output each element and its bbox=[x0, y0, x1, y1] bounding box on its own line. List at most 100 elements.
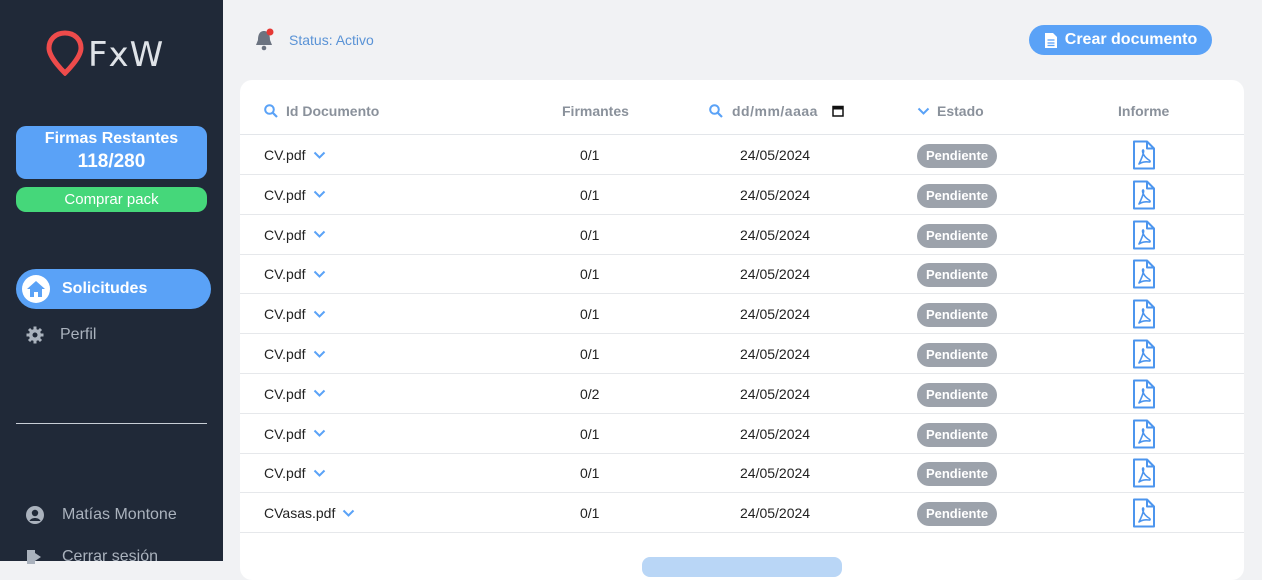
pdf-icon[interactable] bbox=[1132, 379, 1156, 412]
pdf-icon[interactable] bbox=[1132, 259, 1156, 292]
chevron-down-icon bbox=[313, 429, 326, 438]
pdf-icon[interactable] bbox=[1132, 140, 1156, 173]
document-name: CV.pdf bbox=[264, 306, 306, 323]
home-icon bbox=[22, 275, 50, 303]
nav-item-solicitudes[interactable]: Solicitudes bbox=[16, 269, 211, 309]
document-name-toggle[interactable]: CV.pdf bbox=[264, 306, 326, 322]
fecha-value: 24/05/2024 bbox=[740, 186, 811, 203]
document-name-toggle[interactable]: CV.pdf bbox=[264, 187, 326, 203]
crear-documento-button[interactable]: Crear documento bbox=[1029, 25, 1212, 55]
chevron-down-icon bbox=[313, 350, 326, 359]
pdf-icon[interactable] bbox=[1132, 299, 1156, 332]
firmantes-value: 0/1 bbox=[580, 425, 600, 442]
document-name-toggle[interactable]: CV.pdf bbox=[264, 386, 326, 402]
fecha-value: 24/05/2024 bbox=[740, 385, 811, 402]
document-name-toggle[interactable]: CV.pdf bbox=[264, 147, 326, 163]
user-name: Matías Montone bbox=[62, 506, 177, 523]
sidebar: FxW Firmas Restantes 118/280 Comprar pac… bbox=[0, 0, 223, 565]
firmantes-value: 0/1 bbox=[580, 226, 600, 243]
document-name-toggle[interactable]: CV.pdf bbox=[264, 266, 326, 282]
document-name: CV.pdf bbox=[264, 147, 306, 163]
pdf-icon[interactable] bbox=[1132, 419, 1156, 452]
nav-solicitudes-label: Solicitudes bbox=[62, 280, 148, 297]
date-input[interactable]: dd/mm/aaaa bbox=[732, 103, 818, 119]
firmantes-value: 0/1 bbox=[580, 147, 600, 163]
logo: FxW bbox=[46, 29, 164, 78]
pdf-icon[interactable] bbox=[1132, 339, 1156, 372]
th-informe: Informe bbox=[1118, 103, 1169, 119]
fecha-value: 24/05/2024 bbox=[740, 425, 811, 442]
fecha-value: 24/05/2024 bbox=[740, 226, 811, 243]
status-text: Status: Activo bbox=[289, 32, 374, 48]
firmantes-value: 0/1 bbox=[580, 266, 600, 283]
pdf-icon[interactable] bbox=[1132, 458, 1156, 491]
fecha-value: 24/05/2024 bbox=[740, 306, 811, 323]
nav-item-perfil[interactable]: Perfil bbox=[26, 326, 96, 344]
table-row: CV.pdf 0/2 24/05/2024 Pendiente bbox=[240, 374, 1244, 414]
document-name: CV.pdf bbox=[264, 425, 306, 442]
table-row: CV.pdf 0/1 24/05/2024 Pendiente bbox=[240, 453, 1244, 494]
table-row: CV.pdf 0/1 24/05/2024 Pendiente bbox=[240, 334, 1244, 374]
table-header: Id Documento Firmantes dd/mm/aaaa Estado… bbox=[240, 80, 1244, 135]
firmantes-value: 0/1 bbox=[580, 346, 600, 362]
calendar-icon[interactable] bbox=[832, 105, 844, 117]
chevron-down-icon bbox=[313, 469, 326, 478]
document-name-toggle[interactable]: CVasas.pdf bbox=[264, 505, 355, 521]
crear-documento-label: Crear documento bbox=[1064, 31, 1198, 48]
status-badge: Pendiente bbox=[917, 223, 997, 248]
firmantes-value: 0/1 bbox=[580, 465, 600, 482]
th-id-documento[interactable]: Id Documento bbox=[264, 103, 379, 119]
chevron-down-icon bbox=[917, 107, 930, 116]
firmas-value: 118/280 bbox=[77, 151, 146, 172]
gear-icon bbox=[26, 326, 44, 344]
document-name-toggle[interactable]: CV.pdf bbox=[264, 346, 326, 362]
table-row: CV.pdf 0/1 24/05/2024 Pendiente bbox=[240, 175, 1244, 215]
th-estado-label: Estado bbox=[937, 103, 984, 119]
chevron-down-icon bbox=[313, 230, 326, 239]
status-badge: Pendiente bbox=[917, 303, 997, 328]
chevron-down-icon bbox=[313, 310, 326, 319]
th-firmantes: Firmantes bbox=[562, 103, 629, 119]
chevron-down-icon bbox=[342, 509, 355, 518]
fecha-value: 24/05/2024 bbox=[740, 505, 811, 522]
comprar-pack-button[interactable]: Comprar pack bbox=[16, 187, 207, 212]
status-badge: Pendiente bbox=[917, 462, 997, 487]
firmantes-value: 0/1 bbox=[580, 505, 600, 522]
table-row: CV.pdf 0/1 24/05/2024 Pendiente bbox=[240, 254, 1244, 295]
search-icon bbox=[709, 104, 723, 118]
logout-icon bbox=[26, 548, 44, 566]
document-name: CV.pdf bbox=[264, 226, 306, 243]
document-name: CV.pdf bbox=[264, 465, 306, 482]
firmantes-value: 0/1 bbox=[580, 306, 600, 323]
bell-icon[interactable] bbox=[254, 28, 276, 57]
pdf-icon[interactable] bbox=[1132, 498, 1156, 531]
status-badge: Pendiente bbox=[917, 343, 997, 367]
pagination-bar[interactable] bbox=[642, 557, 842, 577]
th-firmantes-label: Firmantes bbox=[562, 103, 629, 119]
firmas-restantes-card: Firmas Restantes 118/280 bbox=[16, 126, 207, 179]
fecha-value: 24/05/2024 bbox=[740, 346, 811, 362]
document-name-toggle[interactable]: CV.pdf bbox=[264, 465, 326, 481]
logout-button[interactable]: Cerrar sesión bbox=[26, 548, 158, 566]
chevron-down-icon bbox=[313, 190, 326, 199]
chevron-down-icon bbox=[313, 270, 326, 279]
logout-label: Cerrar sesión bbox=[62, 548, 159, 565]
chevron-down-icon bbox=[313, 389, 326, 398]
document-name: CVasas.pdf bbox=[264, 505, 336, 522]
th-informe-label: Informe bbox=[1118, 103, 1170, 119]
document-name-toggle[interactable]: CV.pdf bbox=[264, 227, 326, 243]
table-row: CVasas.pdf 0/1 24/05/2024 Pendiente bbox=[240, 493, 1244, 534]
sidebar-divider bbox=[16, 423, 207, 424]
th-estado[interactable]: Estado bbox=[917, 103, 984, 119]
document-name: CV.pdf bbox=[264, 385, 306, 402]
status-badge: Pendiente bbox=[917, 382, 997, 407]
fecha-value: 24/05/2024 bbox=[740, 147, 811, 163]
pdf-icon[interactable] bbox=[1132, 180, 1156, 213]
document-name-toggle[interactable]: CV.pdf bbox=[264, 426, 326, 442]
pdf-icon[interactable] bbox=[1132, 220, 1156, 253]
fecha-value: 24/05/2024 bbox=[740, 465, 811, 482]
th-id-label: Id Documento bbox=[286, 103, 380, 119]
user-icon bbox=[26, 506, 44, 524]
user-profile[interactable]: Matías Montone bbox=[26, 506, 177, 524]
th-fecha-filter[interactable]: dd/mm/aaaa bbox=[709, 103, 844, 119]
